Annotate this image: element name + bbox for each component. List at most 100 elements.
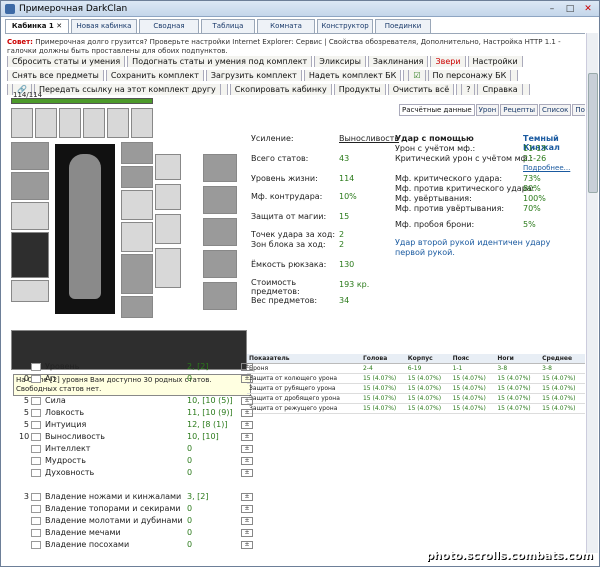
ring-slot[interactable] — [121, 190, 153, 220]
equip-slot[interactable] — [59, 108, 81, 138]
copy-cabin-button[interactable]: Скопировать кабинку — [229, 84, 332, 95]
skill-input[interactable] — [31, 541, 41, 549]
pants-slot[interactable] — [121, 254, 153, 294]
tab-experience[interactable]: Таблица опыта — [201, 19, 255, 42]
extra-slot[interactable] — [155, 184, 181, 210]
skill-input[interactable] — [31, 457, 41, 465]
spell-slot[interactable] — [203, 218, 237, 246]
products-button[interactable]: Продукты — [333, 84, 386, 95]
skill-row: Уровень 2, [2] ± — [19, 362, 253, 373]
tab-healer-room[interactable]: Комната Знахаря — [257, 19, 315, 42]
skill-input[interactable] — [31, 517, 41, 525]
settings-button[interactable]: Настройки — [467, 56, 523, 67]
vertical-scrollbar[interactable] — [586, 33, 598, 553]
skill-input[interactable] — [31, 445, 41, 453]
potion-slot[interactable] — [203, 154, 237, 182]
spell-slot[interactable] — [203, 250, 237, 278]
elixirs-button[interactable]: Эликсиры — [314, 56, 366, 67]
by-character-button[interactable]: ☑ По персонажу БК — [403, 70, 519, 81]
skill-input[interactable] — [31, 493, 41, 501]
plus-minus-icon[interactable]: ± — [241, 363, 253, 371]
boots-slot[interactable] — [121, 296, 153, 318]
spell-slot[interactable] — [203, 186, 237, 214]
helmet-slot[interactable] — [11, 142, 49, 170]
extra-slot[interactable] — [155, 248, 181, 288]
save-set-button[interactable]: Сохранить комплект — [105, 70, 204, 81]
plus-minus-icon[interactable]: ± — [241, 505, 253, 513]
extra-slot[interactable] — [155, 214, 181, 244]
plus-minus-icon[interactable]: ± — [241, 397, 253, 405]
equip-slot[interactable] — [35, 108, 57, 138]
skill-input[interactable] — [31, 421, 41, 429]
skill-input[interactable] — [31, 505, 41, 513]
armor-slot[interactable] — [11, 232, 49, 278]
plus-minus-icon[interactable]: ± — [241, 457, 253, 465]
plus-minus-icon[interactable]: ± — [241, 421, 253, 429]
tab-summary[interactable]: Сводная таблица — [139, 19, 199, 42]
tab-recipes[interactable]: Рецепты — [500, 104, 538, 116]
weapon-slot[interactable] — [11, 202, 49, 230]
close-tab-icon[interactable]: ✕ — [56, 22, 62, 30]
weapon-stat-value: 100% — [523, 194, 546, 203]
scrollbar-thumb[interactable] — [588, 73, 598, 193]
spells-button[interactable]: Заклинания — [367, 56, 429, 67]
help-button[interactable]: ? Справка — [456, 84, 530, 95]
tab-constructor[interactable]: Конструктор — [317, 19, 373, 33]
tab-calculated[interactable]: Расчётные данные — [399, 104, 475, 116]
skill-value: 0 — [187, 444, 193, 453]
character-silhouette — [69, 154, 101, 299]
bracers-slot[interactable] — [11, 172, 49, 200]
tab-list[interactable]: Список — [539, 104, 572, 116]
equip-slot[interactable] — [107, 108, 129, 138]
plus-minus-icon[interactable]: ± — [241, 433, 253, 441]
table-cell: 15 (4.07%) — [360, 403, 406, 414]
column-header: Корпус — [405, 354, 451, 364]
beasts-button[interactable]: Звери — [430, 56, 466, 67]
equip-slot[interactable] — [131, 108, 153, 138]
close-icon[interactable]: ✕ — [579, 3, 597, 15]
skill-input[interactable] — [31, 469, 41, 477]
plus-minus-icon[interactable]: ± — [241, 409, 253, 417]
amulet-slot[interactable] — [121, 166, 153, 188]
spell-slot[interactable] — [203, 282, 237, 310]
clear-all-button[interactable]: Очистить всё — [387, 84, 455, 95]
plus-minus-icon[interactable]: ± — [241, 469, 253, 477]
remove-all-button[interactable]: Снять все предметы — [7, 70, 104, 81]
skill-value: 0 — [187, 504, 193, 513]
equip-slot[interactable] — [11, 108, 33, 138]
load-set-button[interactable]: Загрузить комплект — [205, 70, 302, 81]
tab-cabin-1[interactable]: Кабинка 1 ✕ — [5, 19, 69, 33]
hp-bar — [11, 98, 153, 104]
weapon-stat-label: Мф. критического удара: — [395, 174, 503, 183]
skill-input[interactable] — [31, 433, 41, 441]
stat-value[interactable]: Выносливость — [339, 134, 399, 143]
earring-slot[interactable] — [121, 142, 153, 164]
wear-bk-set-button[interactable]: Надеть комплект БК — [303, 70, 402, 81]
skill-row: 0 Ап 0 ± — [19, 374, 253, 385]
skill-value: 0 — [187, 516, 193, 525]
details-link[interactable]: Подробнее... — [523, 164, 570, 172]
skill-input[interactable] — [31, 363, 41, 371]
plus-minus-icon[interactable]: ± — [241, 493, 253, 501]
minimize-icon[interactable]: – — [543, 3, 561, 15]
tab-indicators[interactable]: Показатели — [572, 104, 585, 116]
tab-damage[interactable]: Урон — [475, 104, 500, 116]
skill-input[interactable] — [31, 409, 41, 417]
extra-slot[interactable] — [155, 154, 181, 180]
skill-input[interactable] — [31, 375, 41, 383]
equip-slot[interactable] — [83, 108, 105, 138]
plus-minus-icon[interactable]: ± — [241, 541, 253, 549]
maximize-icon[interactable]: □ — [561, 3, 579, 15]
fit-stats-button[interactable]: Подогнать статы и умения под комплект — [127, 56, 313, 67]
reset-stats-button[interactable]: Сбросить статы и умения — [7, 56, 126, 67]
plus-minus-icon[interactable]: ± — [241, 445, 253, 453]
skill-input[interactable] — [31, 529, 41, 537]
belt-slot[interactable] — [11, 280, 49, 302]
plus-minus-icon[interactable]: ± — [241, 517, 253, 525]
plus-minus-icon[interactable]: ± — [241, 375, 253, 383]
tab-new-cabin[interactable]: Новая кабинка — [71, 19, 137, 33]
tab-fights[interactable]: Поединки — [375, 19, 431, 33]
gloves-slot[interactable] — [121, 222, 153, 252]
skill-input[interactable] — [31, 397, 41, 405]
plus-minus-icon[interactable]: ± — [241, 529, 253, 537]
